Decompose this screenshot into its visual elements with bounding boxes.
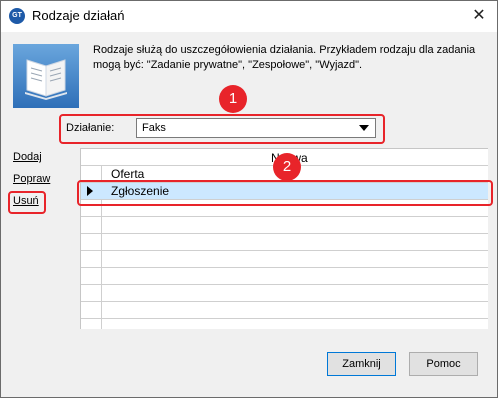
table-row-empty (81, 234, 488, 251)
action-dropdown-value: Faks (142, 122, 166, 134)
edit-link[interactable]: Popraw (13, 173, 50, 185)
add-link[interactable]: Dodaj (13, 151, 42, 163)
book-icon (13, 44, 79, 108)
close-button[interactable]: Zamknij (327, 352, 396, 376)
highlight-box-row (77, 180, 493, 206)
table-row-empty (81, 302, 488, 319)
help-button[interactable]: Pomoc (409, 352, 478, 376)
dialog-window: GT Rodzaje działań ✕ Rodzaje służą do us… (0, 0, 498, 398)
description-text: Rodzaje służą do uszczegółowienia działa… (93, 44, 476, 71)
row-name-cell: Oferta (111, 167, 145, 181)
table-row-empty (81, 251, 488, 268)
action-label: Działanie: (66, 122, 115, 134)
callout-badge-1: 1 (219, 85, 247, 113)
title-bar: GT Rodzaje działań ✕ (1, 1, 497, 32)
action-dropdown[interactable]: Faks (136, 118, 376, 138)
chevron-down-icon[interactable] (359, 125, 369, 131)
table-row-empty (81, 268, 488, 285)
window-title: Rodzaje działań (32, 8, 125, 23)
close-icon[interactable]: ✕ (467, 5, 491, 27)
callout-badge-2: 2 (273, 153, 301, 181)
app-icon: GT (9, 8, 25, 24)
table-row-empty (81, 285, 488, 302)
highlight-box-delete (8, 191, 46, 214)
table-row-empty (81, 217, 488, 234)
